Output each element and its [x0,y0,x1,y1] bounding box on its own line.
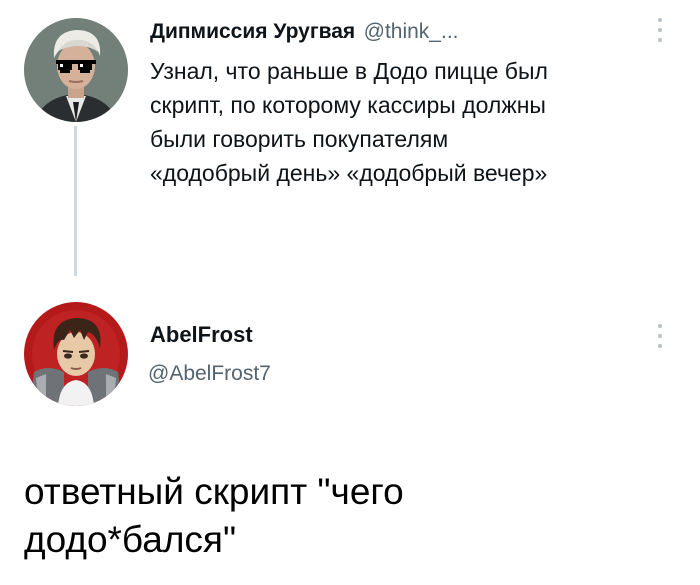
reply-caption: ответный скрипт "чего додо*бался" [24,468,674,564]
person-with-pixel-sunglasses-icon [24,18,128,122]
tweet-text-line: были говорить покупателям [150,126,449,152]
display-name[interactable]: Дипмиссия Уругвая [150,20,355,43]
avatar-dipmissiya[interactable] [24,18,128,122]
display-name[interactable]: AbelFrost [150,322,253,348]
user-handle[interactable]: @think_... [364,20,459,43]
anime-character-icon [24,302,128,406]
tweet-text: Узнал, что раньше в Додо пицце был скрип… [150,54,670,190]
more-options-icon[interactable] [656,18,664,42]
caption-line: ответный скрипт "чего [24,471,404,512]
tweet-abelfrost[interactable]: AbelFrost @AbelFrost7 [0,280,700,420]
tweet-text-line: «додобрый день» «додобрый вечер» [150,160,548,186]
tweet-header: Дипмиссия Уругвая @think_... [150,20,458,44]
thread-connector-line [74,126,77,276]
more-options-icon[interactable] [656,324,664,348]
tweet-dipmissiya[interactable]: Дипмиссия Уругвая @think_... Узнал, что … [0,0,700,276]
caption-line: додо*бался" [24,519,237,560]
tweet-text-line: скрипт, по которому кассиры должны [150,92,546,118]
user-handle[interactable]: @AbelFrost7 [148,362,271,386]
tweet-text-line: Узнал, что раньше в Додо пицце был [150,58,548,84]
avatar-abelfrost[interactable] [24,302,128,406]
